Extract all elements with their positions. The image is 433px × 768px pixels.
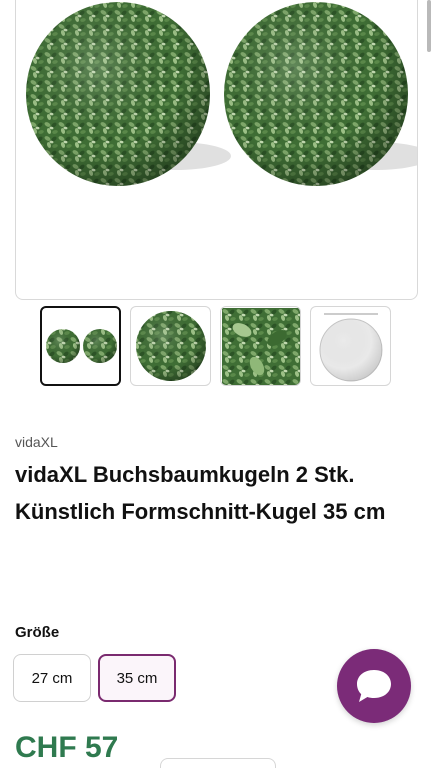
dimension-diagram-thumbnail-image [319, 313, 382, 381]
size-options: 27 cm 35 cm [13, 654, 176, 702]
size-option-35cm[interactable]: 35 cm [98, 654, 176, 702]
thumbnail-two-balls[interactable] [40, 306, 121, 386]
boxwood-balls-photo [26, 2, 417, 186]
leaf-closeup-thumbnail-image [221, 307, 300, 385]
thumbnail-single-ball[interactable] [130, 306, 211, 386]
size-selector-label: Größe [15, 624, 60, 641]
thumbnail-strip [40, 306, 391, 386]
product-title: vidaXL Buchsbaumkugeln 2 Stk. Künstlich … [15, 462, 386, 524]
product-brand: vidaXL [15, 434, 58, 450]
chat-button[interactable] [337, 649, 411, 723]
size-option-27cm[interactable]: 27 cm [13, 654, 91, 702]
thumbnail-dimension-diagram[interactable] [310, 306, 391, 386]
thumbnail-leaf-closeup[interactable] [220, 306, 301, 386]
chat-bubble-icon [357, 670, 391, 702]
product-main-image[interactable] [15, 0, 418, 300]
two-balls-thumbnail-image [46, 329, 117, 363]
page-scrollbar[interactable] [427, 0, 431, 52]
product-price: CHF 57 [15, 731, 119, 764]
partially-visible-button[interactable] [160, 758, 276, 768]
single-ball-thumbnail-image [135, 310, 206, 381]
